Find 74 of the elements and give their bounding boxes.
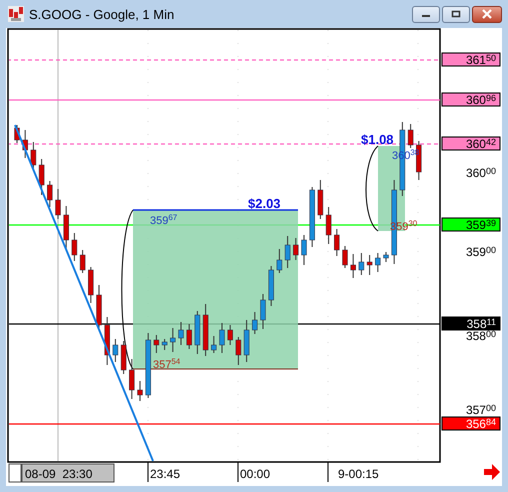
- price-label: 359$^{39}$: [466, 218, 496, 232]
- time-label: 9-00:15: [338, 467, 379, 481]
- candle: [301, 234, 307, 266]
- chart-app-icon: [8, 6, 24, 22]
- candle: [120, 340, 126, 374]
- price-label: 361$^{50}$: [466, 53, 496, 67]
- close-icon: [481, 9, 493, 19]
- minimize-button[interactable]: [412, 6, 440, 22]
- candle: [30, 142, 36, 170]
- candle: [408, 124, 414, 148]
- candle: [186, 324, 192, 350]
- candle: [162, 338, 168, 350]
- price-label: 360$^{96}$: [466, 93, 496, 107]
- candle: [309, 186, 315, 248]
- candle: [104, 316, 110, 366]
- candle: [284, 236, 290, 268]
- scroll-handle[interactable]: [8, 464, 22, 482]
- candle: [170, 328, 176, 352]
- candle: [366, 254, 372, 276]
- candle: [244, 320, 250, 362]
- candle: [178, 322, 184, 346]
- candle: [129, 358, 135, 400]
- candle: [350, 254, 356, 278]
- candle: [293, 238, 299, 260]
- price-annotation: $1.08: [361, 132, 394, 147]
- candle: [47, 180, 53, 208]
- price-label: 358$^{11}$: [466, 317, 496, 331]
- price-annotation: $2.03: [248, 196, 281, 211]
- candle: [194, 310, 200, 354]
- candle: [72, 232, 78, 262]
- candle: [383, 252, 389, 262]
- candle: [80, 250, 86, 274]
- candle: [22, 130, 28, 158]
- candle: [55, 188, 61, 220]
- candle: [276, 248, 282, 274]
- time-label: 23:45: [150, 467, 180, 481]
- candle: [219, 322, 225, 354]
- price-label: 357$^{00}$: [466, 403, 496, 417]
- candle: [236, 336, 242, 366]
- candle: [96, 284, 102, 330]
- candle: [358, 252, 364, 276]
- maximize-icon: [451, 10, 461, 18]
- candle: [14, 124, 20, 144]
- candle: [375, 252, 381, 272]
- price-label: 360$^{42}$: [466, 137, 496, 151]
- price-label: 358$^{00}$: [466, 329, 496, 343]
- maximize-button[interactable]: [442, 6, 470, 22]
- window-title: S.GOOG - Google, 1 Min: [29, 6, 174, 22]
- time-label: 00:00: [240, 467, 270, 481]
- candle: [318, 180, 324, 220]
- price-annotation: 359$^{67}$: [150, 213, 178, 227]
- candle: [211, 336, 217, 354]
- close-button[interactable]: [472, 6, 502, 22]
- price-label: 356$^{84}$: [466, 417, 496, 431]
- price-label: 359$^{00}$: [466, 245, 496, 259]
- candle: [88, 266, 94, 304]
- candle: [145, 332, 151, 398]
- candle: [202, 304, 208, 356]
- candle: [342, 246, 348, 268]
- candle: [63, 206, 69, 250]
- candle: [334, 228, 340, 256]
- candle: [260, 294, 266, 330]
- candle: [326, 206, 332, 244]
- candle: [38, 158, 44, 196]
- candle: [227, 324, 233, 346]
- candle: [252, 312, 258, 334]
- candle: [154, 334, 160, 354]
- candle: [268, 266, 274, 306]
- price-label: 360$^{00}$: [466, 166, 496, 180]
- scroll-right-arrow-icon[interactable]: [484, 464, 500, 480]
- candle: [137, 380, 143, 402]
- price-annotation: 357$^{54}$: [153, 357, 180, 371]
- candle: [112, 338, 118, 362]
- time-cursor-label: 08-09 23:30: [22, 464, 114, 482]
